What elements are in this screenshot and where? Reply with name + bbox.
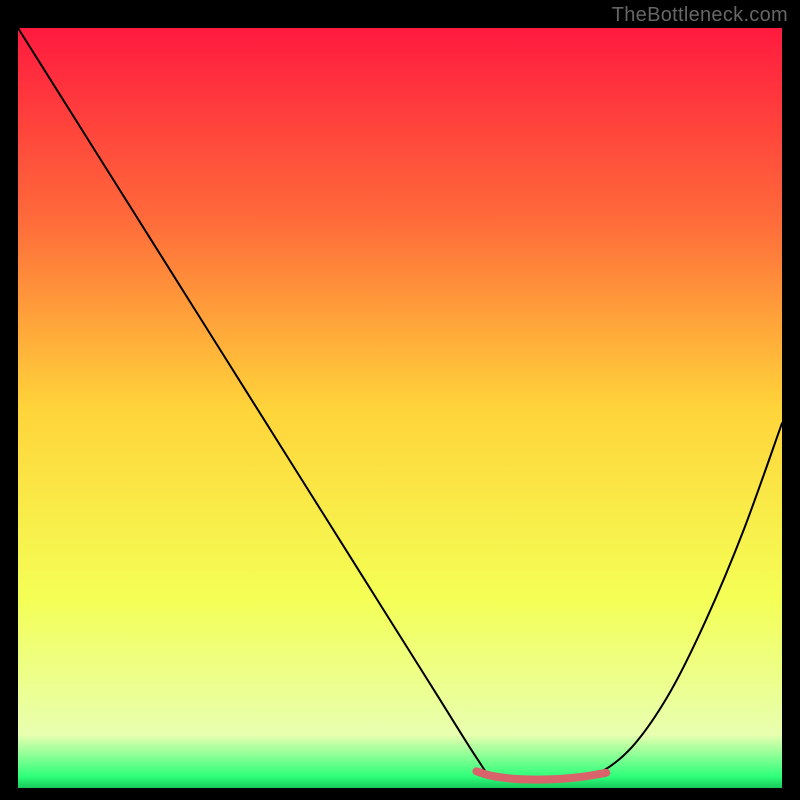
watermark-label: TheBottleneck.com [612, 4, 788, 27]
gradient-background [18, 28, 782, 788]
plot-area [18, 28, 782, 788]
chart-svg [18, 28, 782, 788]
chart-frame: TheBottleneck.com [0, 0, 800, 800]
